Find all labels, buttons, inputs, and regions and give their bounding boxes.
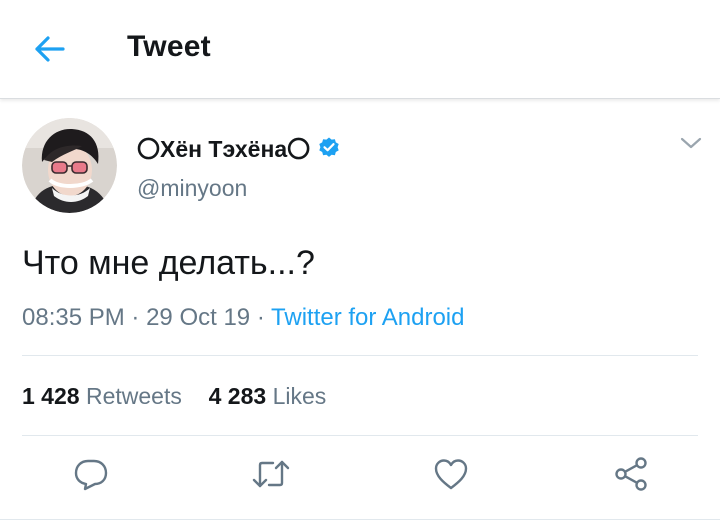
user-handle[interactable]: @minyoon [137, 175, 247, 202]
tweet-meta: 08:35 PM · 29 Oct 19 · Twitter for Andro… [22, 304, 464, 332]
meta-separator: · [256, 304, 265, 331]
avatar[interactable] [22, 118, 117, 213]
retweet-button[interactable] [249, 454, 293, 498]
tweet-date: 29 Oct 19 [146, 304, 251, 331]
likes-count: 4 283 [208, 383, 267, 409]
retweets-stat[interactable]: 1 428 Retweets [22, 383, 188, 409]
tweet-stats: 1 428 Retweets 4 283 Likes [22, 383, 326, 410]
page-title: Tweet [127, 30, 211, 63]
tweet-time: 08:35 PM [22, 304, 125, 331]
likes-label: Likes [272, 383, 327, 409]
tweet-text: Что мне делать...? [22, 244, 315, 282]
display-name-text: 〇Хён Тэхёна〇 [137, 136, 311, 162]
retweets-count: 1 428 [22, 383, 80, 409]
like-button[interactable] [429, 454, 473, 498]
divider [22, 435, 698, 436]
share-icon [613, 456, 649, 497]
share-button[interactable] [609, 454, 653, 498]
top-app-bar: Tweet [0, 0, 720, 99]
tweet-detail-screen: Tweet 〇Хён Тэхёна〇 @minyoon Что мне дела… [0, 0, 720, 524]
chevron-down-icon [680, 136, 702, 155]
likes-stat[interactable]: 4 283 Likes [209, 383, 327, 409]
arrow-left-icon [33, 35, 65, 68]
heart-icon [433, 457, 469, 496]
reply-button[interactable] [69, 454, 113, 498]
retweets-label: Retweets [85, 383, 182, 409]
meta-separator: · [131, 304, 140, 331]
display-name[interactable]: 〇Хён Тэхёна〇 [137, 130, 341, 164]
divider [22, 355, 698, 356]
reply-icon [73, 456, 109, 497]
retweet-icon [251, 456, 291, 497]
divider [0, 519, 720, 520]
tweet-options-button[interactable] [678, 134, 704, 156]
verified-badge-icon [317, 135, 341, 159]
tweet-source-link[interactable]: Twitter for Android [271, 304, 464, 331]
back-button[interactable] [30, 34, 68, 68]
